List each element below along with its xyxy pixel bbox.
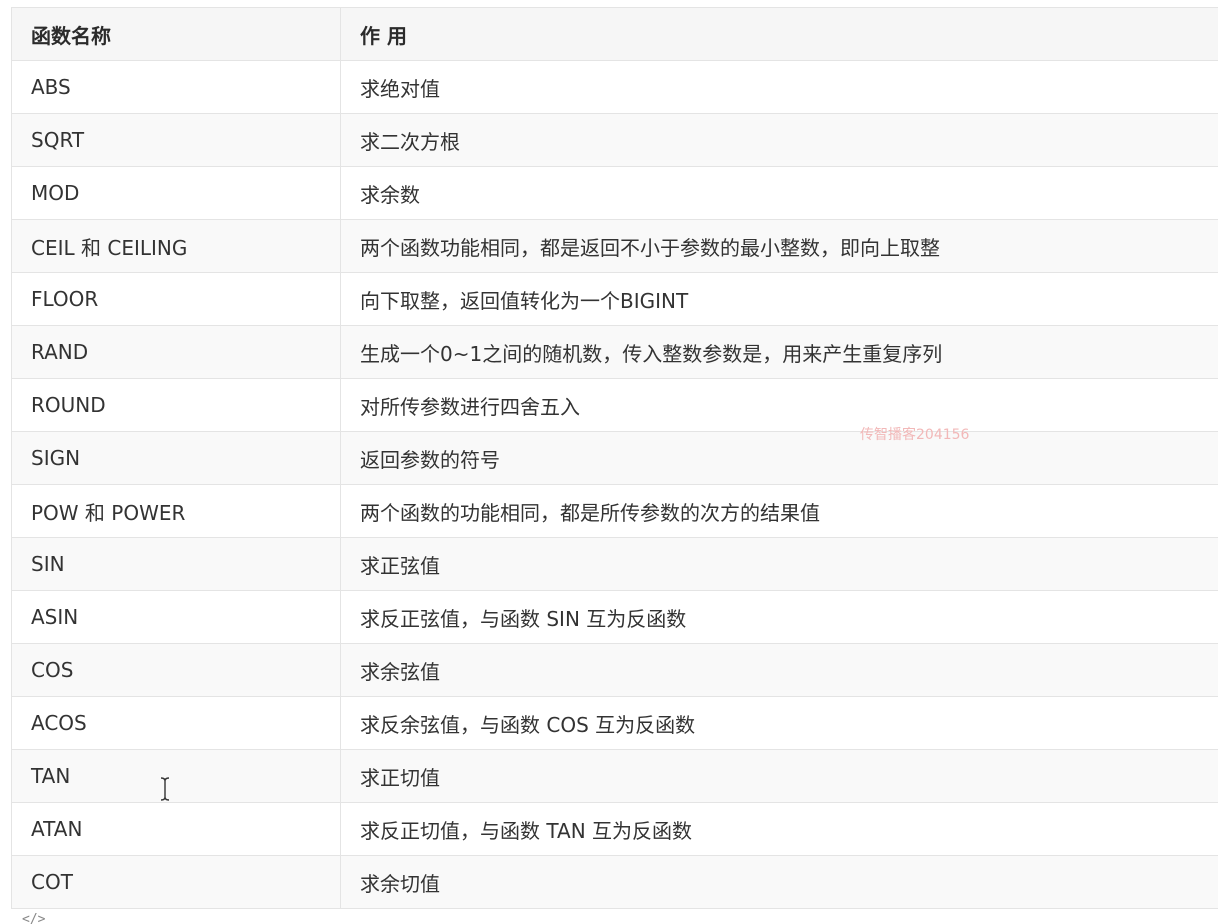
function-description-cell: 求反正切值，与函数 TAN 互为反函数 <box>340 802 1218 856</box>
function-name-cell: SIN <box>11 537 341 591</box>
function-name-cell: RAND <box>11 325 341 379</box>
function-description-cell: 返回参数的符号 <box>340 431 1218 485</box>
function-name-cell: COT <box>11 855 341 909</box>
text-cursor-icon <box>160 777 170 801</box>
table-row: SIGN 返回参数的符号 <box>11 431 1218 485</box>
table-row: ABS 求绝对值 <box>11 60 1218 114</box>
function-description-cell: 求反正弦值，与函数 SIN 互为反函数 <box>340 590 1218 644</box>
function-name-cell: ATAN <box>11 802 341 856</box>
function-description-cell: 两个函数的功能相同，都是所传参数的次方的结果值 <box>340 484 1218 538</box>
table-row: CEIL 和 CEILING 两个函数功能相同，都是返回不小于参数的最小整数，即向… <box>11 219 1218 273</box>
function-description-cell: 对所传参数进行四舍五入 <box>340 378 1218 432</box>
table-row: ROUND 对所传参数进行四舍五入 <box>11 378 1218 432</box>
function-description-cell: 求正切值 <box>340 749 1218 803</box>
table-row: MOD 求余数 <box>11 166 1218 220</box>
function-name-cell: ACOS <box>11 696 341 750</box>
function-name-cell: CEIL 和 CEILING <box>11 219 341 273</box>
code-icon[interactable]: </> <box>22 912 45 924</box>
table-row: POW 和 POWER 两个函数的功能相同，都是所传参数的次方的结果值 <box>11 484 1218 538</box>
function-description-cell: 求绝对值 <box>340 60 1218 114</box>
function-name-cell: ASIN <box>11 590 341 644</box>
table-row: SQRT 求二次方根 <box>11 113 1218 167</box>
table-header-row: 函数名称 作 用 <box>11 7 1218 61</box>
table-row: TAN 求正切值 <box>11 749 1218 803</box>
function-description-cell: 求余切值 <box>340 855 1218 909</box>
watermark-text: 传智播客204156 <box>860 427 970 443</box>
function-name-cell: POW 和 POWER <box>11 484 341 538</box>
table-row: COS 求余弦值 <box>11 643 1218 697</box>
table-row: ASIN 求反正弦值，与函数 SIN 互为反函数 <box>11 590 1218 644</box>
header-function-purpose: 作 用 <box>340 7 1218 61</box>
table-row: SIN 求正弦值 <box>11 537 1218 591</box>
function-description-cell: 求二次方根 <box>340 113 1218 167</box>
function-description-cell: 向下取整，返回值转化为一个BIGINT <box>340 272 1218 326</box>
header-function-name: 函数名称 <box>11 7 341 61</box>
function-description-cell: 求正弦值 <box>340 537 1218 591</box>
function-name-cell: MOD <box>11 166 341 220</box>
function-name-cell: SIGN <box>11 431 341 485</box>
page: 函数名称 作 用 ABS 求绝对值 SQRT 求二次方根 MOD 求余数 CEIL 和 CE… <box>0 0 1218 924</box>
function-description-cell: 求余弦值 <box>340 643 1218 697</box>
function-name-cell: TAN <box>11 749 341 803</box>
table-body: ABS 求绝对值 SQRT 求二次方根 MOD 求余数 CEIL 和 CEILING 两个函数… <box>11 60 1218 909</box>
function-name-cell: FLOOR <box>11 272 341 326</box>
function-description-cell: 求余数 <box>340 166 1218 220</box>
function-description-cell: 两个函数功能相同，都是返回不小于参数的最小整数，即向上取整 <box>340 219 1218 273</box>
table-row: ACOS 求反余弦值，与函数 COS 互为反函数 <box>11 696 1218 750</box>
function-name-cell: ABS <box>11 60 341 114</box>
function-table: 函数名称 作 用 ABS 求绝对值 SQRT 求二次方根 MOD 求余数 CEIL 和 CE… <box>11 7 1218 909</box>
function-name-cell: SQRT <box>11 113 341 167</box>
function-name-cell: COS <box>11 643 341 697</box>
function-name-cell: ROUND <box>11 378 341 432</box>
function-description-cell: 求反余弦值，与函数 COS 互为反函数 <box>340 696 1218 750</box>
table-row: COT 求余切值 <box>11 855 1218 909</box>
table-row: FLOOR 向下取整，返回值转化为一个BIGINT <box>11 272 1218 326</box>
function-description-cell: 生成一个0~1之间的随机数，传入整数参数是，用来产生重复序列 <box>340 325 1218 379</box>
table-row: RAND 生成一个0~1之间的随机数，传入整数参数是，用来产生重复序列 <box>11 325 1218 379</box>
table-row: ATAN 求反正切值，与函数 TAN 互为反函数 <box>11 802 1218 856</box>
